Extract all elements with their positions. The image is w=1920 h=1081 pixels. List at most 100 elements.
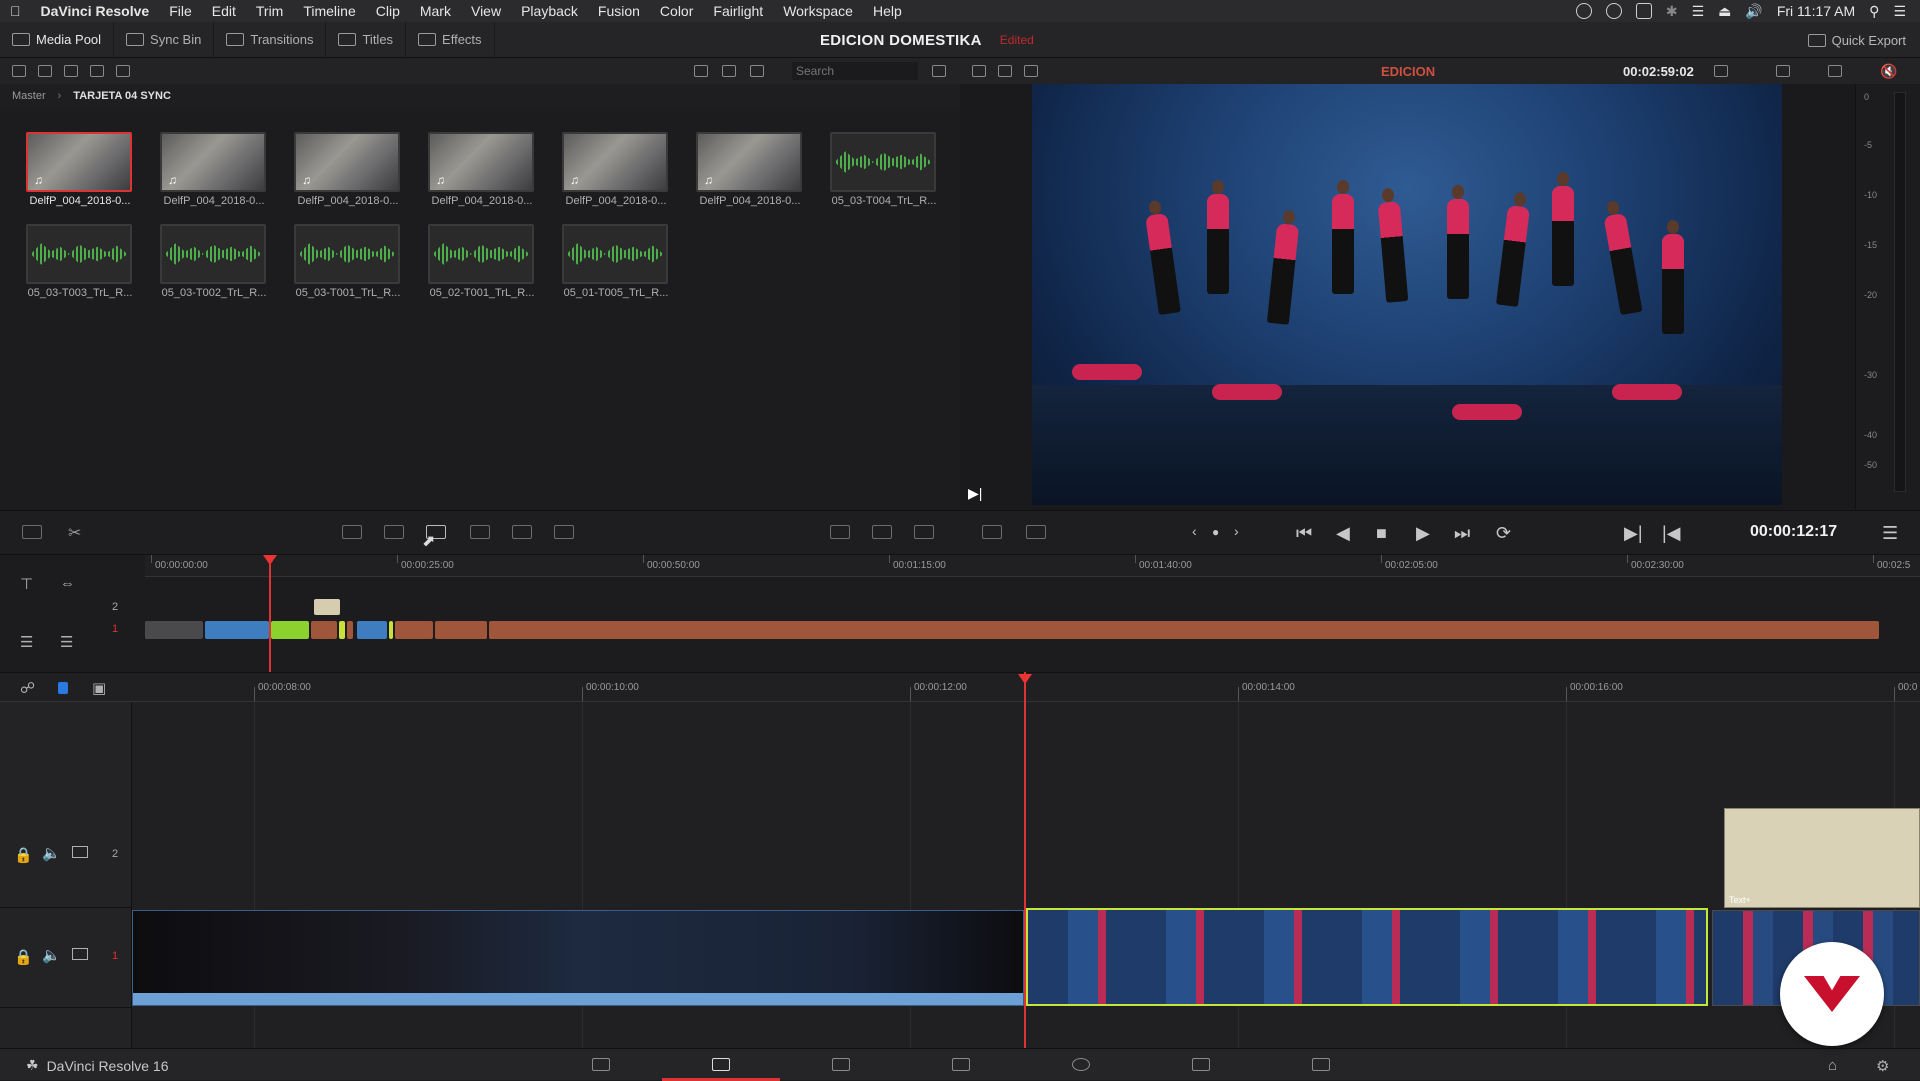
loop-icon[interactable] — [1828, 65, 1842, 77]
place-on-top-icon[interactable] — [470, 525, 490, 539]
zoom-icon[interactable] — [1714, 65, 1728, 77]
menu-timeline[interactable]: Timeline — [293, 3, 365, 19]
menu-playback[interactable]: Playback — [511, 3, 588, 19]
video-clip[interactable] — [132, 910, 1024, 1006]
quick-export-button[interactable]: Quick Export — [1807, 22, 1906, 58]
upper-timeline-clip[interactable] — [339, 621, 345, 639]
dropdown-icon[interactable] — [38, 65, 52, 77]
upper-playhead[interactable] — [269, 563, 271, 673]
audio-track-toggle-icon[interactable]: ☰ — [20, 633, 33, 651]
play-next-icon[interactable]: ▶| — [968, 485, 982, 502]
menu-trim[interactable]: Trim — [246, 3, 293, 19]
bluetooth-icon[interactable]: ✱ — [1666, 3, 1678, 20]
media-pool-clip[interactable]: ♫ DelfP_004_2018-0... — [696, 132, 804, 207]
menu-help[interactable]: Help — [863, 3, 912, 19]
append-end-icon[interactable] — [512, 525, 532, 539]
upper-timeline-clip[interactable] — [357, 621, 387, 639]
inspector-icon[interactable] — [1026, 525, 1046, 539]
bin-list-toggle-icon[interactable] — [12, 65, 26, 77]
viewer-mode-icon[interactable] — [972, 65, 986, 77]
mute-icon[interactable]: 🔇 — [1880, 63, 1897, 80]
new-bin-icon[interactable] — [64, 65, 78, 77]
media-pool-clip[interactable]: 05_03-T004_TrL_R... — [830, 132, 938, 207]
marker-icon[interactable]: ▣ — [92, 679, 106, 697]
edit-page-tab[interactable] — [782, 1049, 900, 1081]
menu-edit[interactable]: Edit — [202, 3, 246, 19]
go-to-start-icon[interactable]: ⏮ — [1296, 523, 1312, 544]
timeline-timecode[interactable]: 00:00:12:17 — [1750, 523, 1837, 541]
menu-color[interactable]: Color — [650, 3, 703, 19]
deliver-page-tab[interactable] — [1262, 1049, 1380, 1081]
jog-left-icon[interactable]: ‹ — [1192, 523, 1197, 539]
link-icon[interactable]: ☍ — [20, 679, 35, 697]
menu-mark[interactable]: Mark — [410, 3, 461, 19]
upper-timeline-clip[interactable] — [145, 621, 203, 639]
mark-in-icon[interactable]: ▶| — [1624, 523, 1643, 544]
filmstrip-view-icon[interactable] — [722, 65, 736, 77]
play-icon[interactable]: ▶ — [1416, 523, 1430, 544]
upper-timeline-clip[interactable] — [489, 621, 1879, 639]
media-pool-clip[interactable]: 05_03-T001_TrL_R... — [294, 224, 402, 299]
menu-workspace[interactable]: Workspace — [773, 3, 863, 19]
speaker-icon[interactable]: 🔈 — [42, 946, 61, 964]
media-pool-clip[interactable]: ♫ DelfP_004_2018-0... — [26, 132, 134, 207]
lock-icon[interactable]: 🔒 — [14, 846, 33, 864]
creative-cloud-icon[interactable] — [1605, 3, 1622, 19]
zoom-to-fit-icon[interactable]: ⊤ — [20, 575, 33, 593]
upper-timeline-ruler[interactable]: 00:00:00:00 00:00:25:00 00:00:50:00 00:01:1… — [145, 555, 1920, 577]
viewer-timecode[interactable]: 00:02:59:02 — [1623, 64, 1694, 79]
list-view-icon[interactable] — [750, 65, 764, 77]
menu-view[interactable]: View — [461, 3, 511, 19]
upper-title-clip[interactable] — [314, 599, 340, 615]
gear-icon[interactable]: ⚙ — [1876, 1057, 1889, 1075]
play-reverse-icon[interactable]: ◀ — [1336, 523, 1350, 544]
upper-timeline-clip[interactable] — [271, 621, 309, 639]
volume-icon[interactable]: 🔊 — [1745, 3, 1762, 20]
options-menu-icon[interactable]: ☰ — [1882, 523, 1898, 544]
media-pool-clip[interactable]: 05_03-T002_TrL_R... — [160, 224, 268, 299]
menu-fairlight[interactable]: Fairlight — [703, 3, 773, 19]
media-page-tab[interactable] — [542, 1049, 660, 1081]
flag-icon[interactable] — [58, 682, 68, 694]
dropbox-icon[interactable] — [1635, 3, 1652, 19]
media-pool-clip[interactable]: 05_01-T005_TrL_R... — [562, 224, 670, 299]
timeline-viewer[interactable]: ▶| — [960, 84, 1855, 510]
sync-bin-button[interactable]: Sync Bin — [114, 21, 215, 58]
video-toggle-icon[interactable] — [72, 948, 88, 960]
media-pool-clip[interactable]: 05_03-T003_TrL_R... — [26, 224, 134, 299]
source-overwrite-icon[interactable] — [830, 525, 850, 539]
stop-icon[interactable]: ■ — [1376, 523, 1387, 544]
menu-clip[interactable]: Clip — [366, 3, 410, 19]
media-pool-clip[interactable]: ♫ DelfP_004_2018-0... — [160, 132, 268, 207]
text-plus-clip[interactable]: Text+ — [1724, 808, 1920, 908]
cut-page-tab[interactable] — [662, 1049, 780, 1081]
sort-icon[interactable] — [932, 65, 946, 77]
sync-icon[interactable] — [116, 65, 130, 77]
ripple-overwrite-icon[interactable] — [554, 525, 574, 539]
upper-timeline-clip[interactable] — [389, 621, 393, 639]
thumbnail-view-icon[interactable] — [694, 65, 708, 77]
effects-button[interactable]: Effects — [406, 21, 495, 58]
media-pool-clip[interactable]: ♫ DelfP_004_2018-0... — [562, 132, 670, 207]
timeline-ruler[interactable]: ☍ ▣ 00:00:08:00 00:00:10:00 00:00:12:00 00:… — [0, 672, 1920, 702]
menu-fusion[interactable]: Fusion — [588, 3, 650, 19]
close-up-icon[interactable] — [872, 525, 892, 539]
eject-icon[interactable]: ⏏ — [1718, 3, 1731, 20]
titles-button[interactable]: Titles — [326, 21, 407, 58]
record-status-icon[interactable] — [1575, 3, 1592, 19]
upper-timeline-clip[interactable] — [205, 621, 269, 639]
razor-icon[interactable]: ✂ — [68, 523, 81, 543]
playhead-marker[interactable] — [1018, 674, 1032, 684]
breadcrumb-master[interactable]: Master — [0, 90, 46, 102]
timeline-options-icon[interactable] — [22, 525, 42, 539]
upper-timeline-clip[interactable] — [311, 621, 337, 639]
lock-icon[interactable]: 🔒 — [14, 948, 33, 966]
menubar-clock[interactable]: Fri 11:17 AM — [1777, 3, 1855, 19]
fairlight-page-tab[interactable] — [1142, 1049, 1260, 1081]
search-input[interactable] — [792, 62, 918, 80]
notification-center-icon[interactable]: ☰ — [1893, 3, 1906, 20]
breadcrumb-current-bin[interactable]: TARJETA 04 SYNC — [73, 90, 171, 102]
home-icon[interactable]: ⌂ — [1828, 1057, 1837, 1074]
mark-out-icon[interactable]: |◀ — [1662, 523, 1681, 544]
full-screen-icon[interactable] — [1024, 65, 1038, 77]
